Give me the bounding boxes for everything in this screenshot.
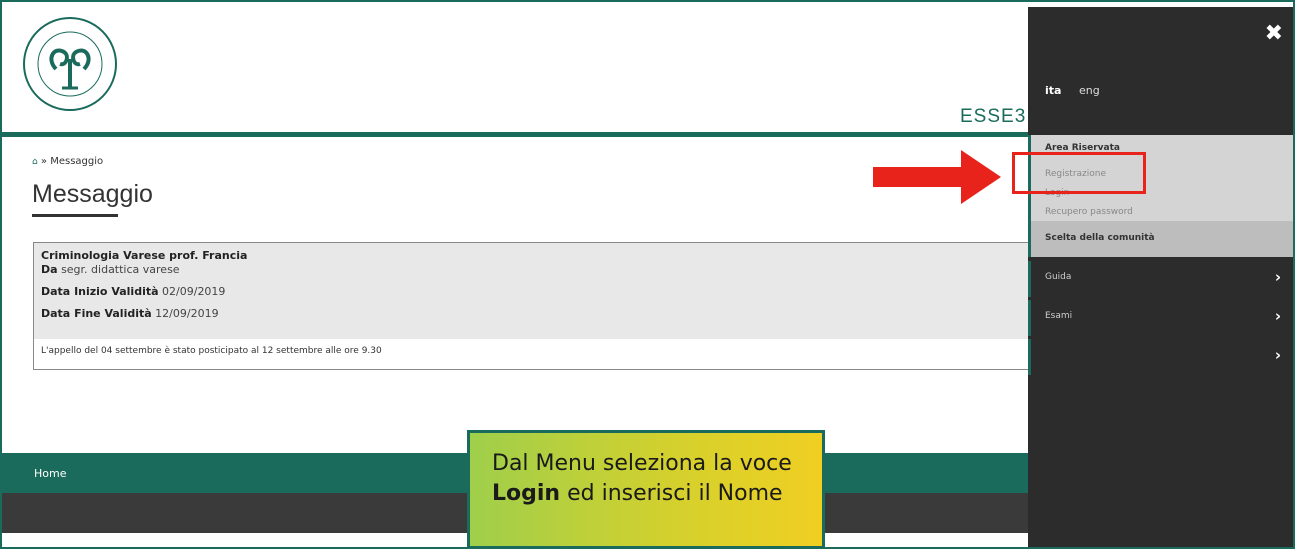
callout-text-before: Dal Menu seleziona la voce [492, 451, 792, 476]
message-from: Da segr. didattica varese [41, 263, 1022, 276]
end-label: Data Fine Validità [41, 307, 152, 320]
esami-label: Esami [1045, 311, 1073, 321]
guida-label: Guida [1045, 272, 1072, 282]
chevron-right-icon: › [1274, 268, 1281, 286]
menu-item-guida[interactable]: Guida › [1028, 261, 1293, 297]
header-divider [2, 132, 1028, 137]
message-end-date: Data Fine Validità 12/09/2019 [41, 307, 1022, 320]
language-switcher: ita eng [1045, 84, 1100, 97]
menu-item-recupero-password[interactable]: Recupero password [1045, 207, 1133, 217]
message-header: Criminologia Varese prof. Francia Da seg… [34, 243, 1028, 339]
start-value: 02/09/2019 [162, 285, 226, 298]
from-value: segr. didattica varese [61, 263, 180, 276]
callout-text-after: ed inserisci il Nome [560, 481, 783, 506]
message-box: Criminologia Varese prof. Francia Da seg… [33, 242, 1029, 370]
footer-home-link[interactable]: Home [34, 467, 66, 480]
scelta-label: Scelta della comunità [1045, 233, 1155, 243]
university-logo[interactable] [20, 14, 120, 114]
red-arrow-icon [873, 150, 1001, 204]
breadcrumb: ⌂ » Messaggio [32, 156, 103, 167]
side-menu: ✖ ita eng Area Riservata Registrazione L… [1028, 7, 1293, 547]
menu-item-esami[interactable]: Esami › [1028, 300, 1293, 336]
message-body: L'appello del 04 settembre è stato posti… [41, 346, 382, 356]
end-value: 12/09/2019 [155, 307, 219, 320]
from-label: Da [41, 263, 58, 276]
callout-text: Dal Menu seleziona la voce Login ed inse… [492, 449, 812, 509]
breadcrumb-separator: » [40, 156, 51, 167]
title-underline [32, 214, 118, 217]
callout-text-bold: Login [492, 481, 561, 506]
message-start-date: Data Inizio Validità 02/09/2019 [41, 285, 1022, 298]
chevron-right-icon: › [1274, 307, 1281, 325]
message-subject: Criminologia Varese prof. Francia [41, 249, 248, 262]
brand-label: ESSE3 [960, 106, 1027, 127]
breadcrumb-current: Messaggio [50, 156, 104, 167]
lang-eng[interactable]: eng [1079, 84, 1100, 97]
chevron-right-icon: › [1274, 346, 1281, 364]
start-label: Data Inizio Validità [41, 285, 159, 298]
instruction-callout: Dal Menu seleziona la voce Login ed inse… [467, 430, 825, 549]
page-title: Messaggio [32, 180, 153, 208]
site-header: ESSE3 [2, 2, 1028, 132]
login-highlight-box [1012, 152, 1146, 194]
menu-item-scelta-comunita[interactable]: Scelta della comunità [1028, 221, 1293, 257]
home-icon[interactable]: ⌂ [32, 157, 38, 167]
lang-ita[interactable]: ita [1045, 84, 1061, 97]
menu-item-more[interactable]: › [1028, 339, 1293, 375]
close-icon[interactable]: ✖ [1265, 21, 1283, 46]
